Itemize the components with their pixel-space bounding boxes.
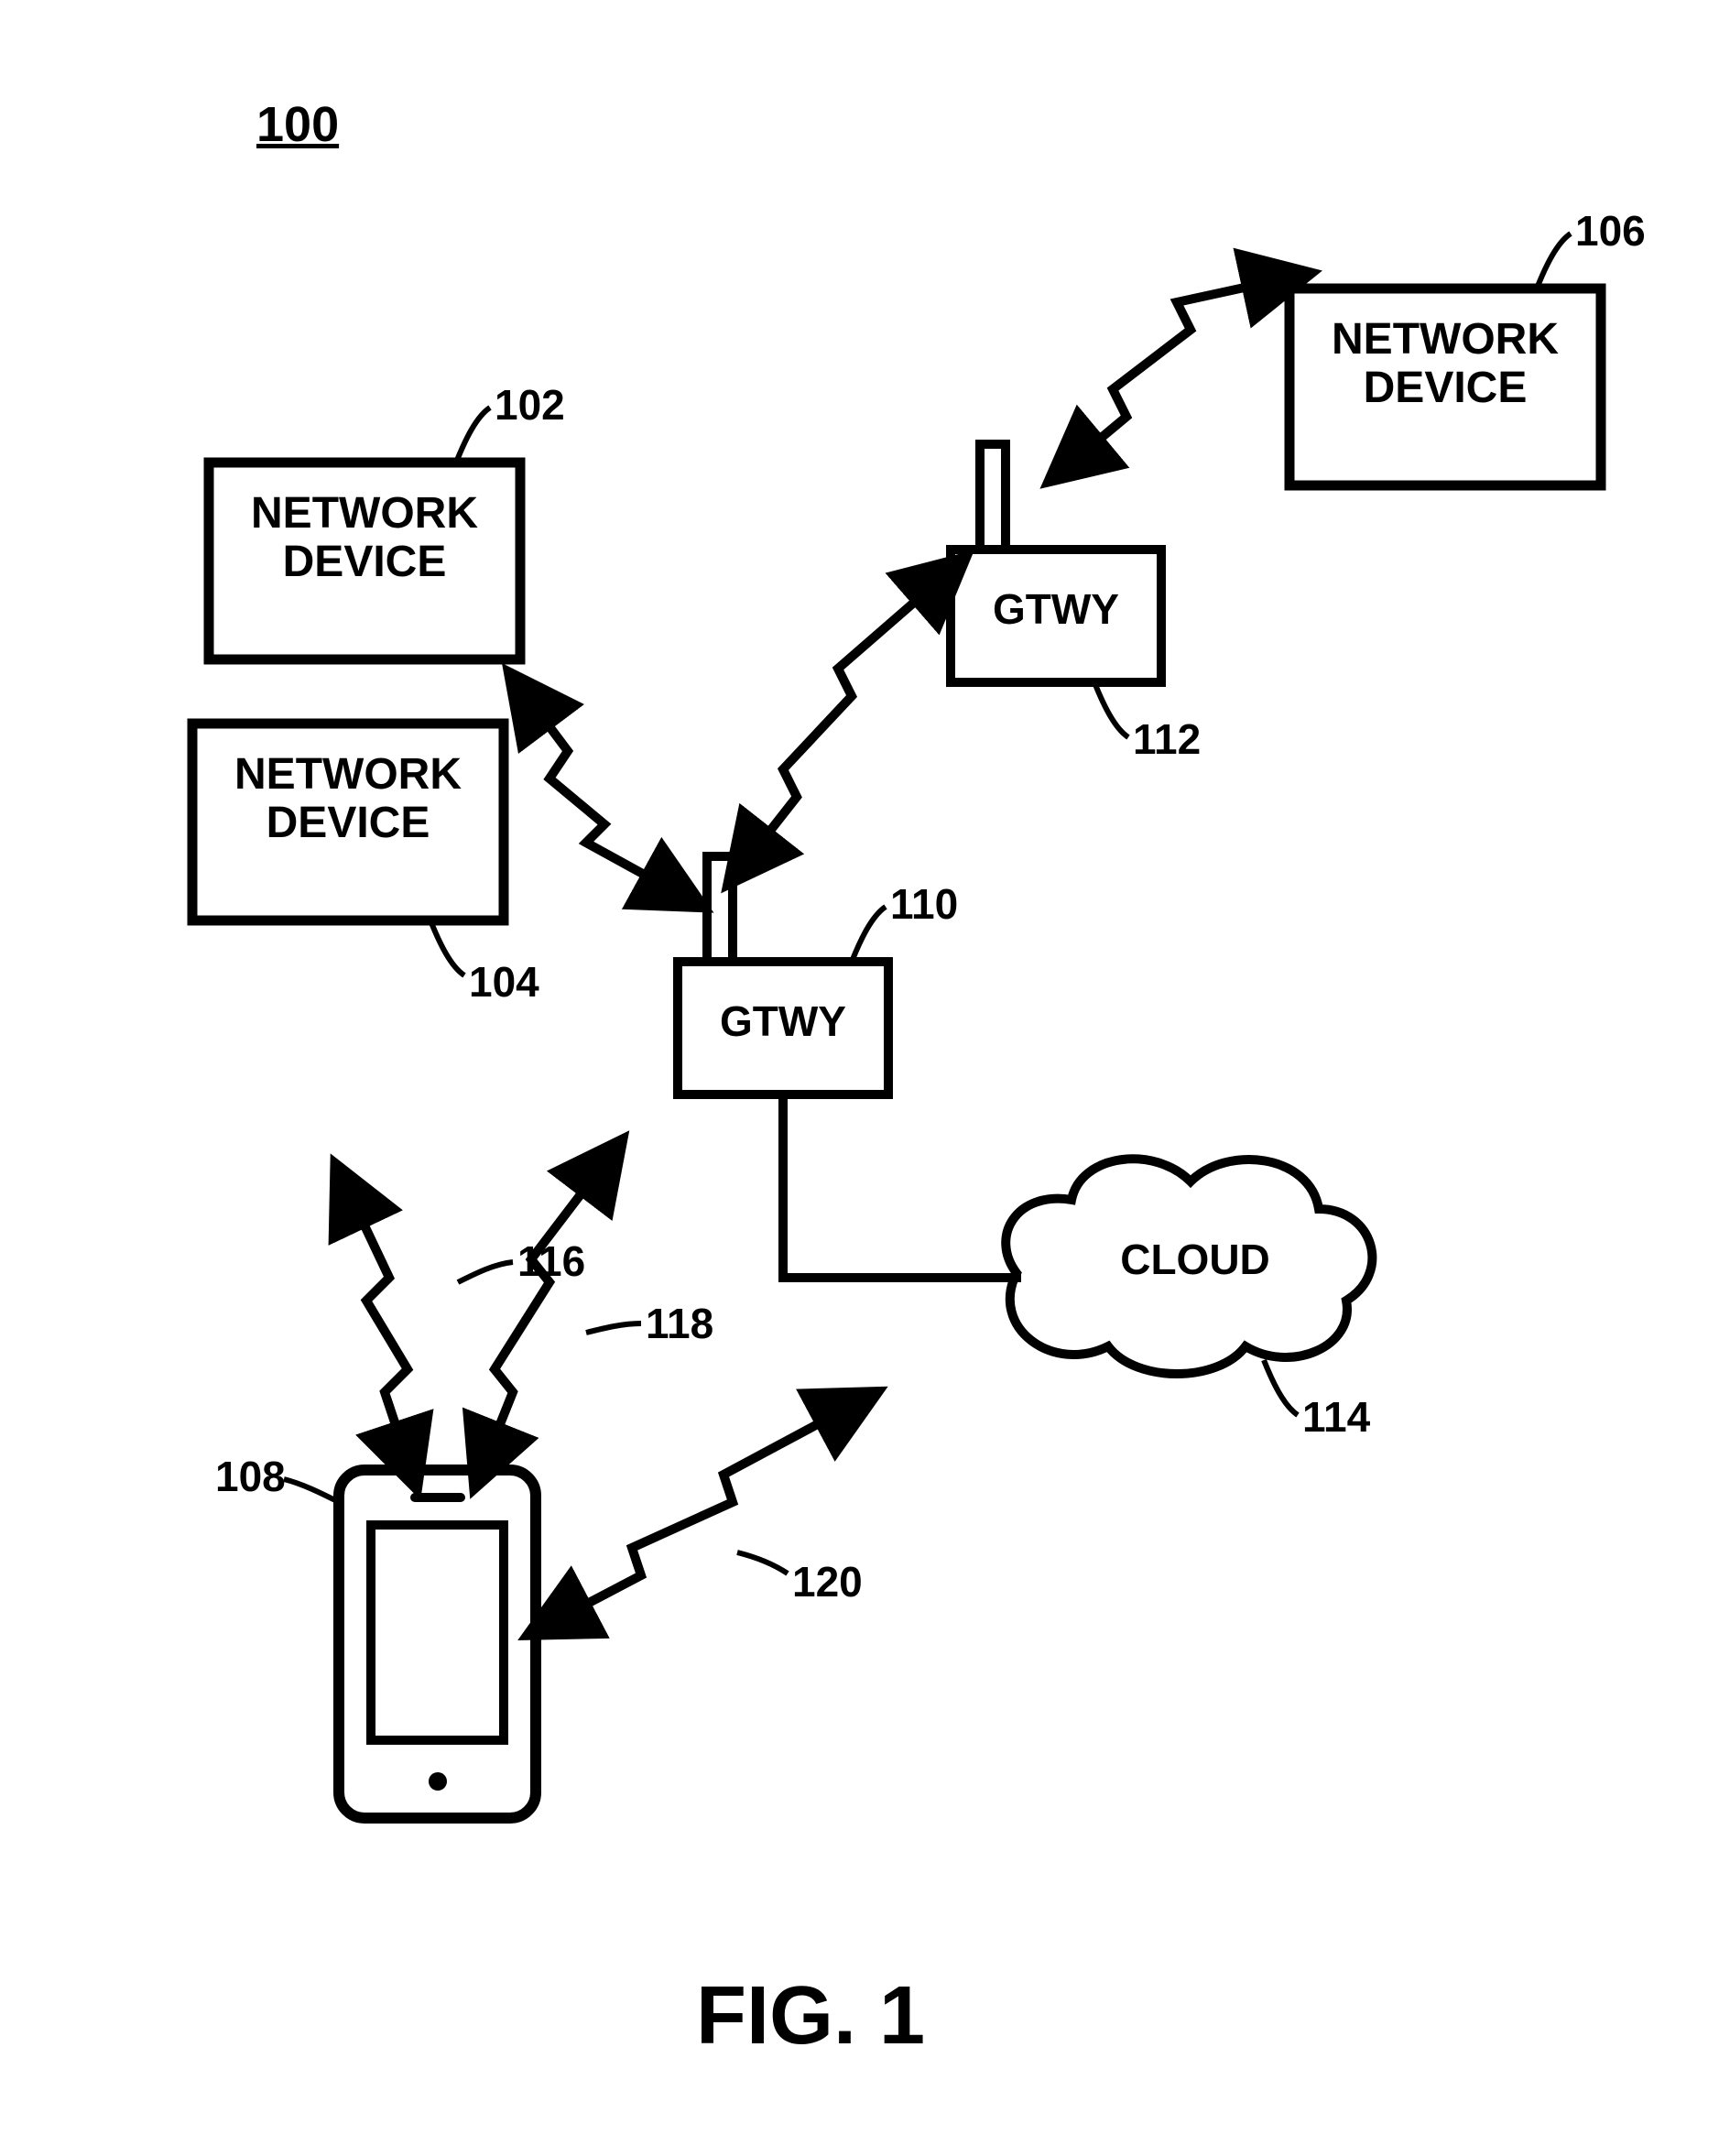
figure-page: 100 [0, 0, 1719, 2156]
network-device-104-label: NETWORK DEVICE [192, 751, 504, 848]
cloud-label: CLOUD [1072, 1236, 1319, 1283]
gateway-112-label: GTWY [951, 586, 1161, 633]
figure-title: FIG. 1 [696, 1969, 925, 2063]
gateway-110-label: GTWY [678, 998, 888, 1045]
network-device-106-label: NETWORK DEVICE [1289, 316, 1601, 413]
network-device-102-label: NETWORK DEVICE [209, 490, 520, 587]
ref-106: 106 [1575, 206, 1646, 256]
ref-108: 108 [215, 1452, 286, 1501]
ref-114: 114 [1302, 1392, 1370, 1442]
ref-102: 102 [495, 380, 565, 430]
ref-104: 104 [469, 957, 539, 1007]
ref-120: 120 [792, 1557, 863, 1606]
ref-116: 116 [517, 1236, 585, 1286]
ref-118: 118 [646, 1299, 713, 1348]
ref-112: 112 [1133, 714, 1201, 764]
ref-110: 110 [890, 879, 958, 929]
